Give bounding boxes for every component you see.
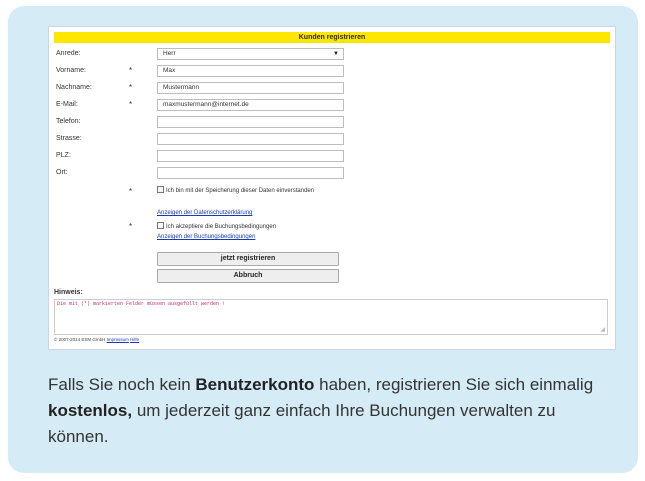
field-row-vorname: Vorname: * Max <box>49 64 615 78</box>
terms-checkbox[interactable] <box>157 222 164 229</box>
dropdown-arrow-icon[interactable]: ▼ <box>333 50 339 59</box>
phone-input[interactable] <box>157 116 344 128</box>
footer-copyright: © 2007-2014 ESM GmbH <box>54 337 106 342</box>
field-label: Ort: <box>56 169 68 176</box>
consent-label: Ich bin mit der Speicherung dieser Daten… <box>166 188 315 195</box>
hint-textarea[interactable]: Die mit (*) markierten Felder müssen aus… <box>54 299 608 335</box>
field-row-email: E-Mail: * maxmustermann@internet.de <box>49 98 615 112</box>
field-label: Anrede: <box>56 50 81 57</box>
terms-link[interactable]: Anzeigen der Buchungsbedingungen <box>157 233 255 241</box>
field-label: Telefon: <box>56 118 81 125</box>
hint-message: Die mit (*) markierten Felder müssen aus… <box>57 301 226 307</box>
field-label: E-Mail: <box>56 101 78 108</box>
caption-part2: haben, registrieren Sie sich einmalig <box>314 375 594 394</box>
required-marker: * <box>129 66 133 75</box>
required-marker: * <box>129 222 133 231</box>
field-label: Vorname: <box>56 67 86 74</box>
registration-form-screenshot: Kunden registrieren Anrede: Herr ▼ Vorna… <box>48 26 616 350</box>
required-marker: * <box>129 83 133 92</box>
firstname-input[interactable]: Max <box>157 65 344 77</box>
field-label: Nachname: <box>56 84 92 91</box>
field-row-telefon: Telefon: <box>49 115 615 129</box>
form-title: Kunden registrieren <box>54 32 610 43</box>
caption-bold-account: Benutzerkonto <box>195 375 315 394</box>
terms-row: Ich akzeptiere die Buchungsbedingungen <box>157 222 337 231</box>
city-input[interactable] <box>157 167 344 179</box>
salutation-value: Herr <box>163 50 176 57</box>
register-button[interactable]: jetzt registrieren <box>157 252 339 266</box>
field-row-ort: Ort: <box>49 166 615 180</box>
resize-handle-icon[interactable]: ◢ <box>600 326 605 333</box>
privacy-policy-link[interactable]: Anzeigen der Datenschutzerklärung <box>157 209 252 217</box>
consent-row: Ich bin mit der Speicherung dieser Daten… <box>157 186 327 195</box>
caption-bold-free: kostenlos, <box>48 401 133 420</box>
street-input[interactable] <box>157 133 344 145</box>
field-label: Strasse: <box>56 135 82 142</box>
field-row-plz: PLZ: <box>49 149 615 163</box>
cancel-button[interactable]: Abbruch <box>157 269 339 283</box>
lastname-input[interactable]: Mustermann <box>157 82 344 94</box>
required-marker: * <box>129 100 133 109</box>
help-link[interactable]: Hilfe <box>130 337 139 342</box>
caption-part1: Falls Sie noch kein <box>48 375 196 394</box>
terms-label: Ich akzeptiere die Buchungsbedingungen <box>166 224 277 231</box>
caption-text: Falls Sie noch kein Benutzerkonto haben,… <box>48 372 618 450</box>
hint-label: Hinweis: <box>54 289 83 296</box>
field-row-anrede: Anrede: Herr ▼ <box>49 47 615 61</box>
field-row-nachname: Nachname: * Mustermann <box>49 81 615 95</box>
impressum-link[interactable]: Impressum <box>107 337 129 342</box>
field-label: PLZ: <box>56 152 71 159</box>
consent-checkbox[interactable] <box>157 186 164 193</box>
email-input[interactable]: maxmustermann@internet.de <box>157 99 344 111</box>
required-marker: * <box>129 187 133 196</box>
form-footer: © 2007-2014 ESM GmbH Impressum Hilfe <box>54 337 139 342</box>
salutation-select[interactable]: Herr ▼ <box>157 48 344 60</box>
info-card: Kunden registrieren Anrede: Herr ▼ Vorna… <box>8 6 638 473</box>
field-row-strasse: Strasse: <box>49 132 615 146</box>
zip-input[interactable] <box>157 150 344 162</box>
